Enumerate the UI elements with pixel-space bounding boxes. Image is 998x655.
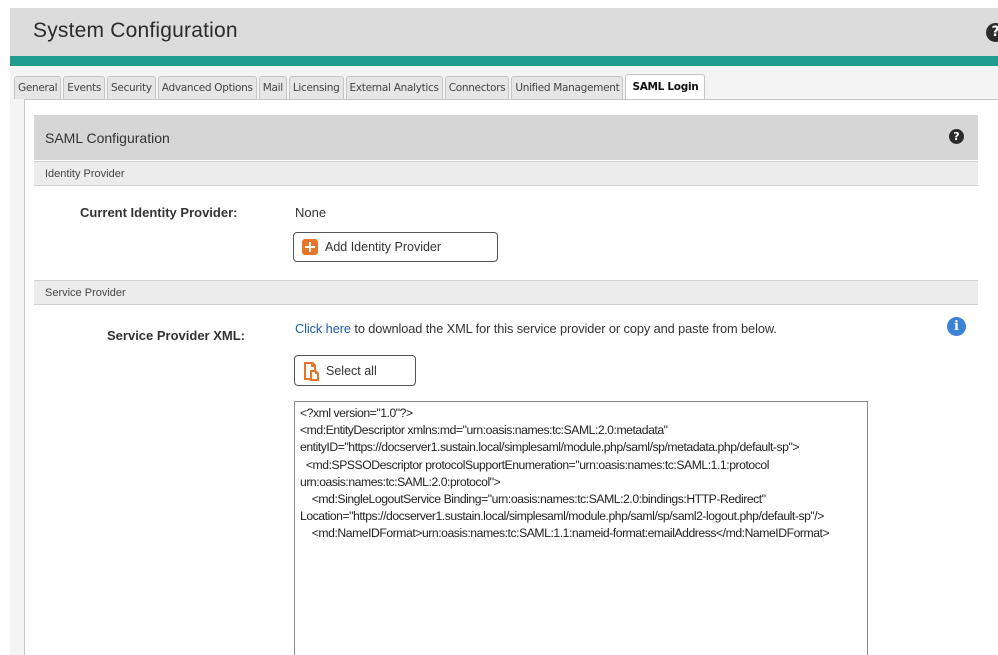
tab-security[interactable]: Security bbox=[107, 76, 156, 99]
tab-events[interactable]: Events bbox=[63, 76, 106, 99]
page-header: System Configuration ? bbox=[10, 8, 998, 56]
xml-content: <?xml version="1.0"?> <md:EntityDescript… bbox=[300, 406, 830, 541]
add-icon bbox=[302, 239, 318, 255]
tab-general[interactable]: General bbox=[14, 76, 62, 99]
header-accent-bar bbox=[10, 56, 998, 66]
tab-saml-login[interactable]: SAML Login bbox=[625, 74, 706, 99]
current-identity-provider-label: Current Identity Provider: bbox=[80, 205, 238, 220]
section-title: Identity Provider bbox=[45, 168, 125, 180]
download-instructions: Click here to download the XML for this … bbox=[295, 321, 777, 336]
info-icon[interactable]: i bbox=[947, 317, 966, 336]
add-identity-provider-label: Add Identity Provider bbox=[325, 240, 442, 254]
service-provider-xml-label: Service Provider XML: bbox=[107, 328, 245, 343]
copy-icon bbox=[304, 361, 319, 381]
tab-unified-management[interactable]: Unified Management bbox=[511, 76, 624, 99]
download-description: to download the XML for this service pro… bbox=[350, 321, 777, 336]
tab-advanced-options[interactable]: Advanced Options bbox=[157, 76, 257, 99]
saml-config-header: SAML Configuration ? bbox=[34, 115, 978, 160]
service-provider-xml-textarea[interactable]: <?xml version="1.0"?> <md:EntityDescript… bbox=[294, 401, 868, 655]
page-title: System Configuration bbox=[33, 19, 238, 42]
panel-title: SAML Configuration bbox=[45, 130, 170, 146]
download-xml-link[interactable]: Click here bbox=[295, 321, 351, 336]
select-all-label: Select all bbox=[326, 363, 377, 378]
identity-provider-section: Identity Provider bbox=[34, 161, 978, 186]
tab-external-analytics[interactable]: External Analytics bbox=[345, 76, 443, 99]
current-identity-provider-value: None bbox=[295, 205, 327, 220]
tab-licensing[interactable]: Licensing bbox=[288, 76, 344, 99]
tab-mail[interactable]: Mail bbox=[258, 76, 287, 99]
tab-connectors[interactable]: Connectors bbox=[444, 76, 510, 99]
service-provider-section: Service Provider bbox=[34, 280, 978, 305]
help-icon[interactable]: ? bbox=[986, 23, 998, 42]
panel-help-icon[interactable]: ? bbox=[949, 129, 964, 144]
add-identity-provider-button[interactable]: Add Identity Provider bbox=[293, 232, 498, 262]
section-title: Service Provider bbox=[45, 287, 126, 299]
tab-bar: General Events Security Advanced Options… bbox=[14, 74, 707, 99]
select-all-button[interactable]: Select all bbox=[294, 355, 416, 386]
